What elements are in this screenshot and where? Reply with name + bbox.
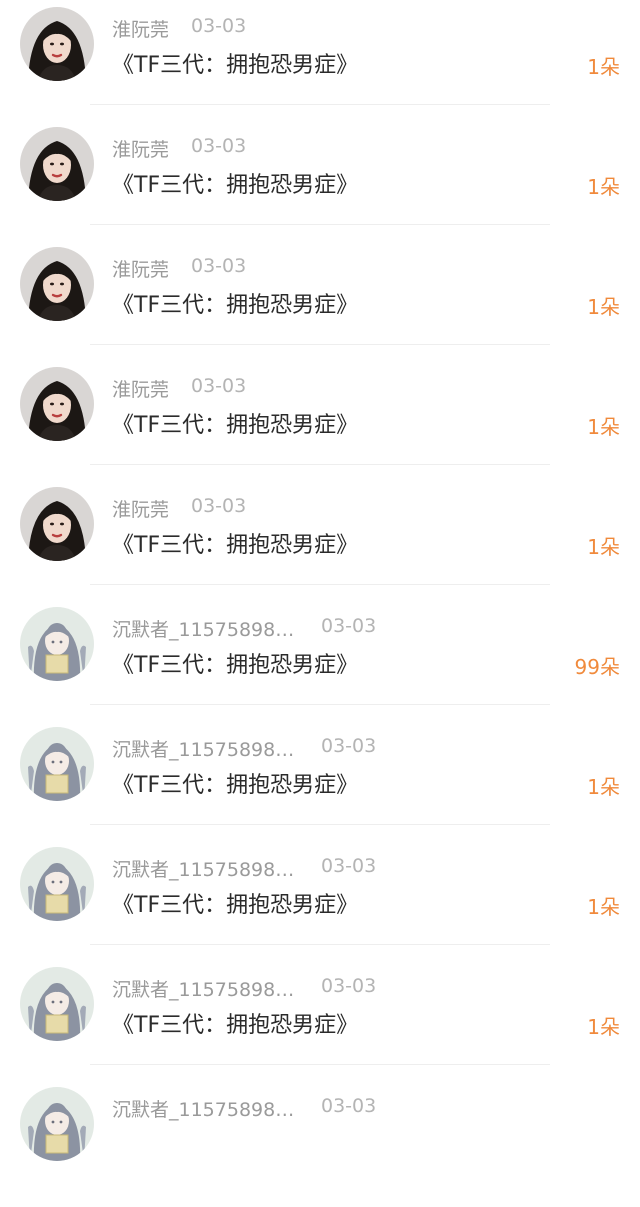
user-name[interactable]: 淮阮莞	[112, 15, 169, 42]
book-title[interactable]: 《TF三代：拥抱恐男症》	[112, 1007, 358, 1039]
gift-record-row[interactable]: 沉默者_11575898… 03-03	[0, 1087, 640, 1207]
gift-record-row[interactable]: 淮阮莞 03-03 《TF三代：拥抱恐男症》 1朵	[0, 487, 640, 607]
avatar[interactable]	[20, 7, 94, 81]
avatar[interactable]	[20, 607, 94, 681]
book-title[interactable]: 《TF三代：拥抱恐男症》	[112, 407, 358, 439]
avatar[interactable]	[20, 487, 94, 561]
post-date: 03-03	[321, 975, 377, 997]
book-title[interactable]: 《TF三代：拥抱恐男症》	[112, 167, 358, 199]
avatar[interactable]	[20, 1087, 94, 1161]
user-name[interactable]: 淮阮莞	[112, 495, 169, 522]
flower-count: 1朵	[587, 1015, 620, 1039]
row-divider	[90, 464, 550, 465]
post-date: 03-03	[321, 855, 377, 877]
avatar[interactable]	[20, 847, 94, 921]
user-name[interactable]: 沉默者_11575898…	[112, 1095, 294, 1122]
gift-record-row[interactable]: 沉默者_11575898… 03-03 《TF三代：拥抱恐男症》 1朵	[0, 727, 640, 847]
flower-count: 1朵	[587, 295, 620, 319]
flower-count: 99朵	[574, 655, 620, 679]
post-date: 03-03	[191, 255, 247, 277]
user-name[interactable]: 沉默者_11575898…	[112, 615, 294, 642]
gift-record-row[interactable]: 沉默者_11575898… 03-03 《TF三代：拥抱恐男症》 1朵	[0, 847, 640, 967]
gift-record-row[interactable]: 沉默者_11575898… 03-03 《TF三代：拥抱恐男症》 99朵	[0, 607, 640, 727]
book-title[interactable]: 《TF三代：拥抱恐男症》	[112, 647, 358, 679]
post-date: 03-03	[321, 615, 377, 637]
avatar[interactable]	[20, 727, 94, 801]
row-divider	[90, 344, 550, 345]
book-title[interactable]: 《TF三代：拥抱恐男症》	[112, 287, 358, 319]
post-date: 03-03	[321, 1095, 377, 1117]
book-title[interactable]: 《TF三代：拥抱恐男症》	[112, 47, 358, 79]
gift-record-list: 淮阮莞 03-03 《TF三代：拥抱恐男症》 1朵 淮阮莞 03-03 《TF三代：拥抱恐男…	[0, 0, 640, 1161]
flower-count: 1朵	[587, 775, 620, 799]
flower-count: 1朵	[587, 895, 620, 919]
gift-record-row[interactable]: 淮阮莞 03-03 《TF三代：拥抱恐男症》 1朵	[0, 367, 640, 487]
gift-record-row[interactable]: 淮阮莞 03-03 《TF三代：拥抱恐男症》 1朵	[0, 247, 640, 367]
row-divider	[90, 104, 550, 105]
user-name[interactable]: 淮阮莞	[112, 375, 169, 402]
user-name[interactable]: 淮阮莞	[112, 135, 169, 162]
flower-count: 1朵	[587, 55, 620, 79]
post-date: 03-03	[191, 135, 247, 157]
user-name[interactable]: 沉默者_11575898…	[112, 735, 294, 762]
user-name[interactable]: 淮阮莞	[112, 255, 169, 282]
post-date: 03-03	[191, 15, 247, 37]
book-title[interactable]: 《TF三代：拥抱恐男症》	[112, 887, 358, 919]
gift-record-row[interactable]: 淮阮莞 03-03 《TF三代：拥抱恐男症》 1朵	[0, 7, 640, 127]
row-divider	[90, 1064, 550, 1065]
flower-count: 1朵	[587, 535, 620, 559]
book-title[interactable]: 《TF三代：拥抱恐男症》	[112, 767, 358, 799]
gift-record-row[interactable]: 淮阮莞 03-03 《TF三代：拥抱恐男症》 1朵	[0, 127, 640, 247]
row-divider	[90, 944, 550, 945]
post-date: 03-03	[321, 735, 377, 757]
gift-record-row[interactable]: 沉默者_11575898… 03-03 《TF三代：拥抱恐男症》 1朵	[0, 967, 640, 1087]
row-divider	[90, 584, 550, 585]
row-divider	[90, 224, 550, 225]
avatar[interactable]	[20, 967, 94, 1041]
user-name[interactable]: 沉默者_11575898…	[112, 975, 294, 1002]
flower-count: 1朵	[587, 175, 620, 199]
post-date: 03-03	[191, 375, 247, 397]
row-divider	[90, 704, 550, 705]
avatar[interactable]	[20, 367, 94, 441]
book-title[interactable]: 《TF三代：拥抱恐男症》	[112, 527, 358, 559]
avatar[interactable]	[20, 127, 94, 201]
avatar[interactable]	[20, 247, 94, 321]
row-divider	[90, 824, 550, 825]
post-date: 03-03	[191, 495, 247, 517]
user-name[interactable]: 沉默者_11575898…	[112, 855, 294, 882]
flower-count: 1朵	[587, 415, 620, 439]
